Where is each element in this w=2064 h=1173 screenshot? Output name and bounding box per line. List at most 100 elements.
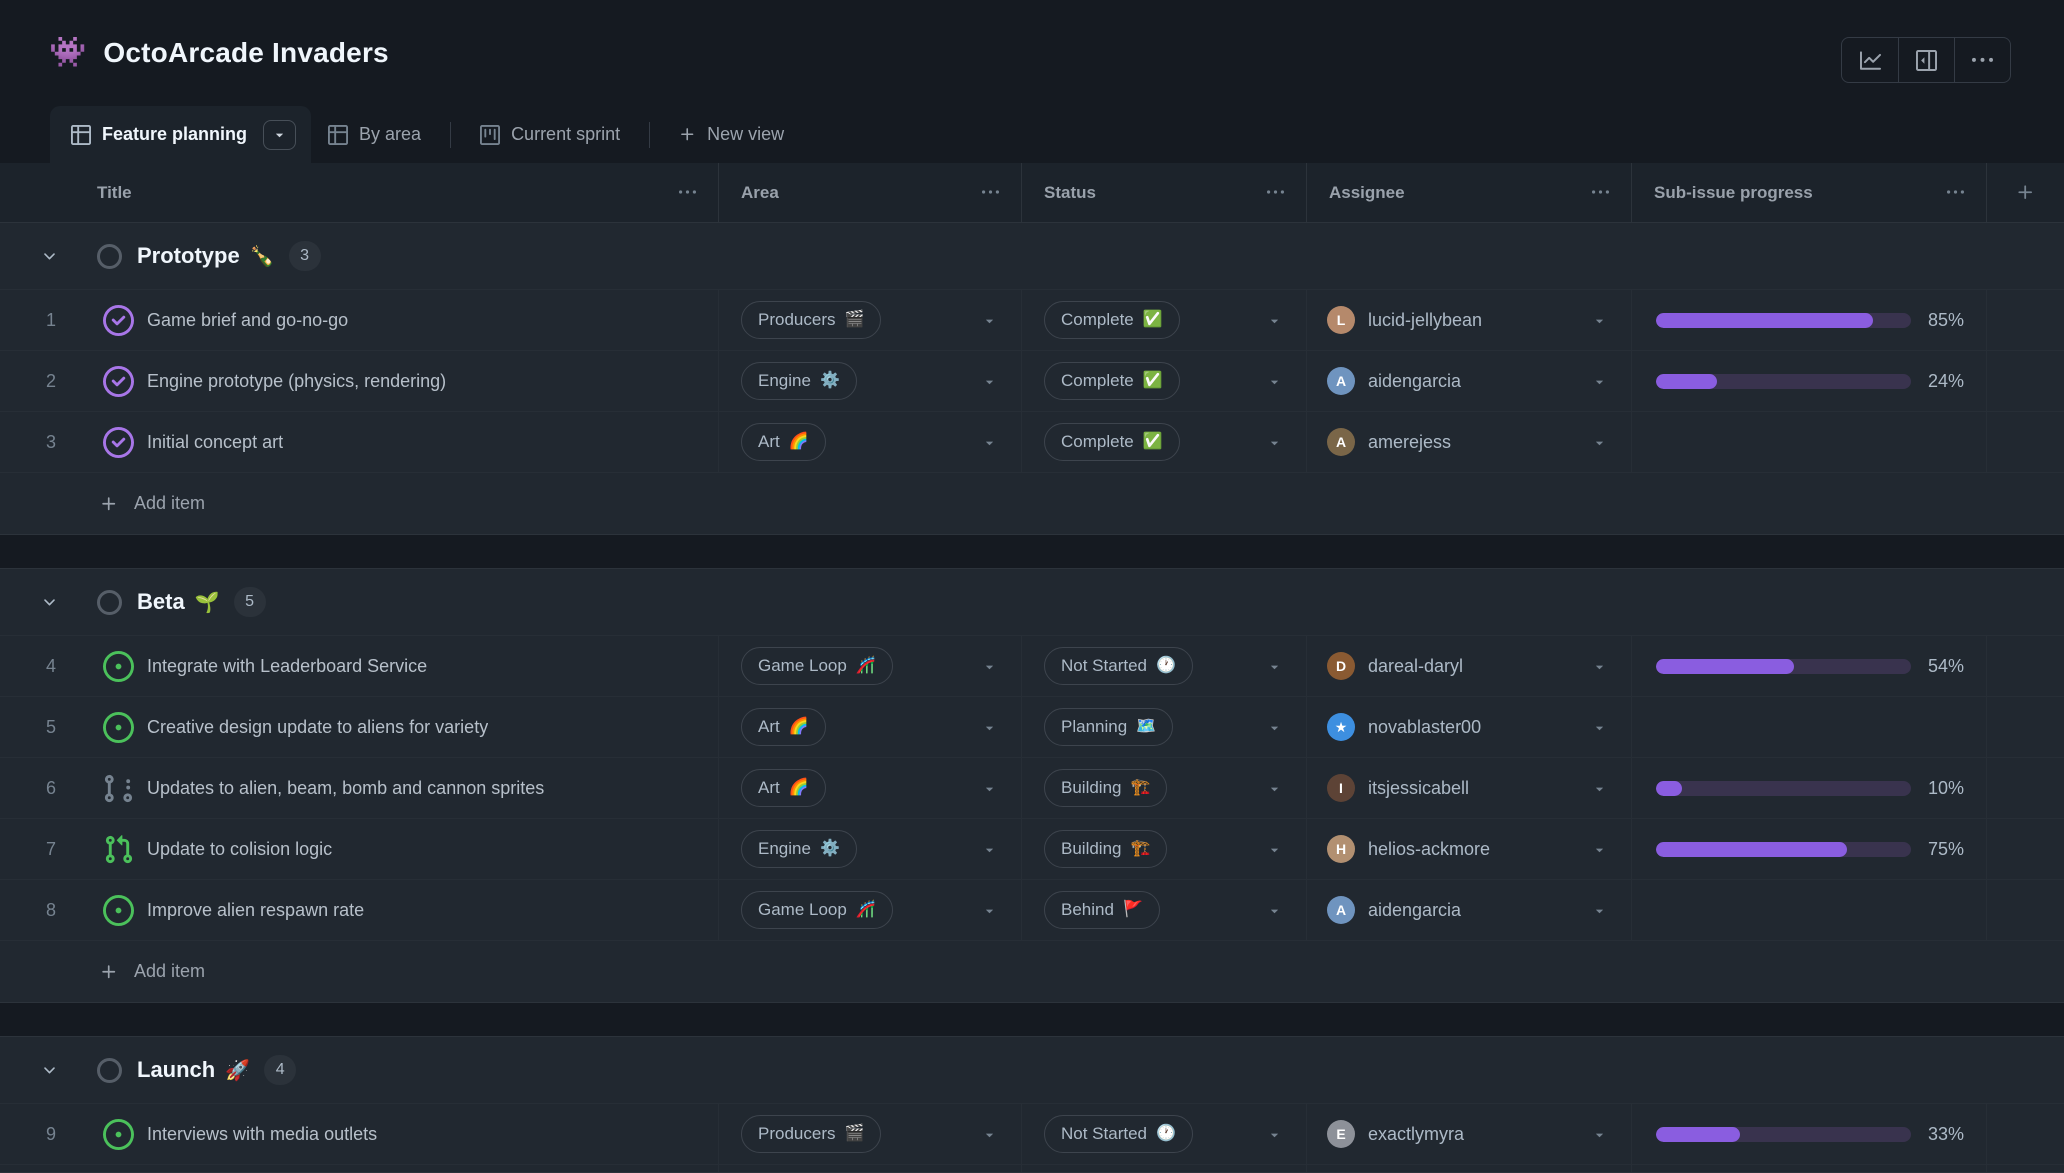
assignee-cell[interactable]: A aidengarcia <box>1306 351 1631 411</box>
chevron-down-icon[interactable] <box>41 248 58 265</box>
area-cell[interactable]: Art 🌈 <box>718 758 1021 818</box>
chevron-down-icon[interactable] <box>41 594 58 611</box>
column-menu-icon[interactable] <box>1267 184 1284 201</box>
status-cell[interactable]: Complete ✅ <box>1021 412 1306 472</box>
status-pill[interactable]: Behind 🚩 <box>1044 891 1160 929</box>
dropdown-caret-icon[interactable] <box>982 1127 997 1142</box>
area-cell[interactable]: Game Loop 🎢 <box>718 636 1021 696</box>
column-menu-icon[interactable] <box>1592 184 1609 201</box>
status-cell[interactable]: Complete ✅ <box>1021 351 1306 411</box>
view-options-button[interactable] <box>263 120 296 150</box>
tab-feature-planning[interactable]: Feature planning <box>50 106 311 163</box>
title-cell[interactable]: 5 Creative design update to aliens for v… <box>0 697 718 757</box>
dropdown-caret-icon[interactable] <box>1267 720 1282 735</box>
group-header[interactable]: Beta 🌱 5 <box>0 569 2064 635</box>
dropdown-caret-icon[interactable] <box>982 720 997 735</box>
status-cell[interactable]: Not Started 🕐 <box>1021 636 1306 696</box>
dropdown-caret-icon[interactable] <box>1592 659 1607 674</box>
dropdown-caret-icon[interactable] <box>982 659 997 674</box>
dropdown-caret-icon[interactable] <box>982 842 997 857</box>
dropdown-caret-icon[interactable] <box>982 374 997 389</box>
tab-current-sprint[interactable]: Current sprint <box>463 106 637 163</box>
title-cell[interactable]: 6 Updates to alien, beam, bomb and canno… <box>0 758 718 818</box>
title-cell[interactable]: 2 Engine prototype (physics, rendering) <box>0 351 718 411</box>
status-cell[interactable]: Complete ✅ <box>1021 290 1306 350</box>
dropdown-caret-icon[interactable] <box>1267 1127 1282 1142</box>
status-pill[interactable]: Planning 🗺️ <box>1044 708 1173 746</box>
area-pill[interactable]: Art 🌈 <box>741 708 826 746</box>
dropdown-caret-icon[interactable] <box>1267 781 1282 796</box>
area-cell[interactable]: Producers 🎬 <box>718 1104 1021 1164</box>
assignee-cell[interactable]: H helios-ackmore <box>1306 819 1631 879</box>
area-pill[interactable]: Engine ⚙️ <box>741 830 857 868</box>
dropdown-caret-icon[interactable] <box>1592 313 1607 328</box>
assignee-cell[interactable]: A aidengarcia <box>1306 880 1631 940</box>
area-pill[interactable]: Producers 🎬 <box>741 1115 881 1153</box>
status-pill[interactable]: Complete ✅ <box>1044 362 1180 400</box>
status-pill[interactable]: Not Started 🕐 <box>1044 1115 1193 1153</box>
column-sub-issue-progress[interactable]: Sub-issue progress <box>1631 163 1986 222</box>
area-pill[interactable]: Game Loop 🎢 <box>741 647 893 685</box>
dropdown-caret-icon[interactable] <box>1592 1127 1607 1142</box>
dropdown-caret-icon[interactable] <box>1592 903 1607 918</box>
dropdown-caret-icon[interactable] <box>1592 720 1607 735</box>
area-pill[interactable]: Producers 🎬 <box>741 301 881 339</box>
column-menu-icon[interactable] <box>1947 184 1964 201</box>
column-title[interactable]: Title <box>0 163 718 222</box>
dropdown-caret-icon[interactable] <box>1267 842 1282 857</box>
title-cell[interactable]: 9 Interviews with media outlets <box>0 1104 718 1164</box>
issue-title[interactable]: Integrate with Leaderboard Service <box>147 656 427 677</box>
issue-title[interactable]: Updates to alien, beam, bomb and cannon … <box>147 778 544 799</box>
assignee-cell[interactable]: E exactlymyra <box>1306 1104 1631 1164</box>
area-cell[interactable]: Producers 🎬 <box>718 290 1021 350</box>
dropdown-caret-icon[interactable] <box>1267 313 1282 328</box>
issue-title[interactable]: Creative design update to aliens for var… <box>147 717 488 738</box>
status-cell[interactable]: Behind 🚩 <box>1021 880 1306 940</box>
issue-title[interactable]: Interviews with media outlets <box>147 1124 377 1145</box>
dropdown-caret-icon[interactable] <box>1267 435 1282 450</box>
area-cell[interactable]: Art 🌈 <box>718 697 1021 757</box>
dropdown-caret-icon[interactable] <box>1592 842 1607 857</box>
status-pill[interactable]: Building 🏗️ <box>1044 830 1167 868</box>
assignee-cell[interactable]: ★ novablaster00 <box>1306 697 1631 757</box>
column-area[interactable]: Area <box>718 163 1021 222</box>
issue-title[interactable]: Engine prototype (physics, rendering) <box>147 371 446 392</box>
add-item-button[interactable]: Add item <box>0 472 2064 534</box>
dropdown-caret-icon[interactable] <box>982 435 997 450</box>
status-pill[interactable]: Complete ✅ <box>1044 301 1180 339</box>
dropdown-caret-icon[interactable] <box>1592 435 1607 450</box>
dropdown-caret-icon[interactable] <box>982 313 997 328</box>
side-panel-button[interactable] <box>1898 38 1954 82</box>
dropdown-caret-icon[interactable] <box>1592 781 1607 796</box>
area-cell[interactable]: Art 🌈 <box>718 412 1021 472</box>
group-header[interactable]: Prototype 🍾 3 <box>0 223 2064 289</box>
column-menu-icon[interactable] <box>982 184 999 201</box>
title-cell[interactable]: 7 Update to colision logic <box>0 819 718 879</box>
area-cell[interactable]: Engine ⚙️ <box>718 351 1021 411</box>
issue-title[interactable]: Game brief and go-no-go <box>147 310 348 331</box>
status-cell[interactable]: Planning 🗺️ <box>1021 697 1306 757</box>
add-column-button[interactable] <box>1986 163 2064 222</box>
assignee-cell[interactable]: L lucid-jellybean <box>1306 290 1631 350</box>
issue-title[interactable]: Initial concept art <box>147 432 283 453</box>
area-pill[interactable]: Art 🌈 <box>741 423 826 461</box>
issue-title[interactable]: Improve alien respawn rate <box>147 900 364 921</box>
status-pill[interactable]: Complete ✅ <box>1044 423 1180 461</box>
dropdown-caret-icon[interactable] <box>1267 903 1282 918</box>
column-assignee[interactable]: Assignee <box>1306 163 1631 222</box>
area-pill[interactable]: Game Loop 🎢 <box>741 891 893 929</box>
status-pill[interactable]: Not Started 🕐 <box>1044 647 1193 685</box>
status-cell[interactable]: Not Started 🕐 <box>1021 1104 1306 1164</box>
assignee-cell[interactable]: D dareal-daryl <box>1306 636 1631 696</box>
assignee-cell[interactable]: I itsjessicabell <box>1306 758 1631 818</box>
area-pill[interactable]: Engine ⚙️ <box>741 362 857 400</box>
add-item-button[interactable]: Add item <box>0 940 2064 1002</box>
area-cell[interactable]: Engine ⚙️ <box>718 819 1021 879</box>
column-status[interactable]: Status <box>1021 163 1306 222</box>
group-header[interactable]: Launch 🚀 4 <box>0 1037 2064 1103</box>
tab-by-area[interactable]: By area <box>311 106 438 163</box>
title-cell[interactable]: 3 Initial concept art <box>0 412 718 472</box>
new-view-button[interactable]: New view <box>662 106 801 163</box>
assignee-cell[interactable]: A amerejess <box>1306 412 1631 472</box>
title-cell[interactable]: 8 Improve alien respawn rate <box>0 880 718 940</box>
